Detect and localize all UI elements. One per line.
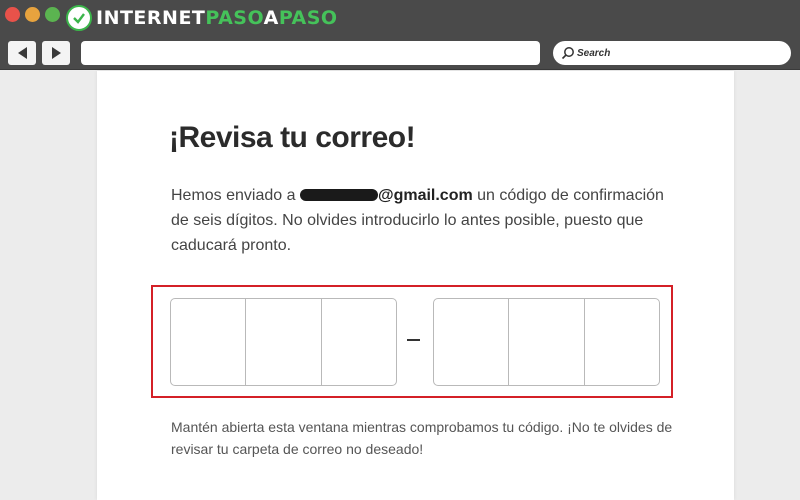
- maximize-dot-icon[interactable]: [45, 7, 60, 22]
- minimize-dot-icon[interactable]: [25, 7, 40, 22]
- code-group-second: [433, 298, 660, 386]
- redaction-scribble: [299, 189, 378, 201]
- forward-button[interactable]: [42, 41, 70, 65]
- back-arrow-icon: [17, 47, 27, 59]
- logo-check-icon: [66, 5, 92, 31]
- site-logo: INTERNETPASOAPASO: [66, 4, 338, 32]
- browser-toolbar: Search: [0, 36, 800, 70]
- code-separator: [407, 339, 420, 341]
- code-digit-6-input[interactable]: [585, 299, 659, 385]
- window-titlebar: INTERNETPASOAPASO: [0, 0, 800, 36]
- code-group-first: [170, 298, 397, 386]
- redacted-email: @gmail.com: [299, 187, 473, 204]
- intro-text: Hemos enviado a @gmail.com un código de …: [171, 187, 664, 254]
- code-digit-1-input[interactable]: [171, 299, 247, 385]
- code-digit-3-input[interactable]: [322, 299, 396, 385]
- close-dot-icon[interactable]: [5, 7, 20, 22]
- page-viewport: ¡Revisa tu correo! Hemos enviado a @gmai…: [0, 71, 800, 500]
- forward-arrow-icon: [51, 47, 61, 59]
- logo-text: INTERNETPASOAPASO: [96, 7, 338, 29]
- code-digit-2-input[interactable]: [246, 299, 322, 385]
- address-bar[interactable]: [81, 41, 540, 65]
- search-placeholder: Search: [577, 47, 611, 59]
- footer-note: Mantén abierta esta ventana mientras com…: [171, 419, 673, 457]
- back-button[interactable]: [8, 41, 36, 65]
- search-input[interactable]: Search: [553, 41, 791, 65]
- search-icon: [561, 47, 574, 60]
- code-digit-4-input[interactable]: [434, 299, 510, 385]
- page-title: ¡Revisa tu correo!: [169, 121, 416, 154]
- verification-card: ¡Revisa tu correo! Hemos enviado a @gmai…: [97, 71, 734, 500]
- code-digit-5-input[interactable]: [509, 299, 585, 385]
